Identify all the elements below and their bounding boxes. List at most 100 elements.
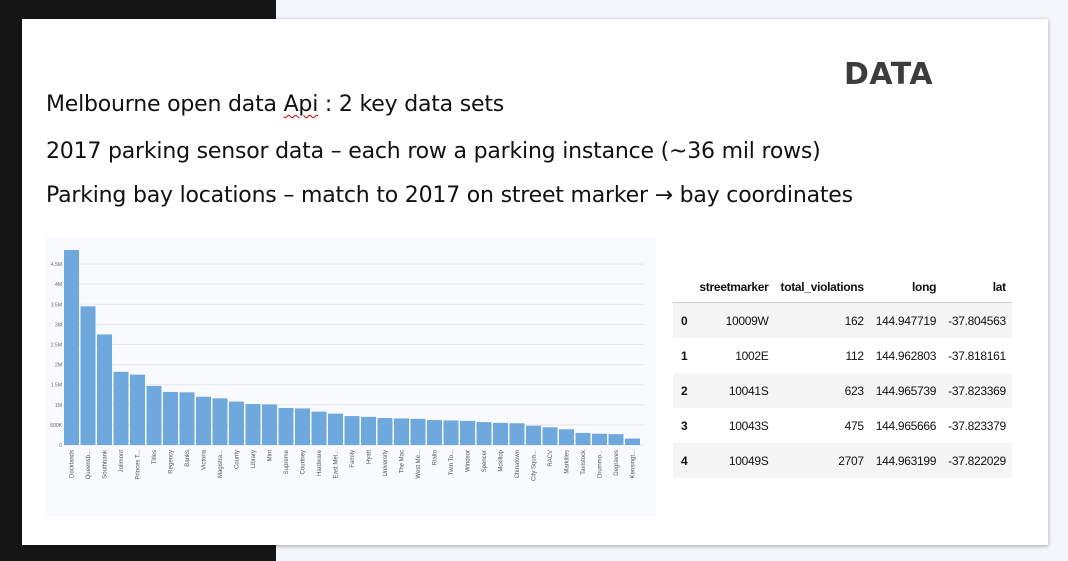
- x-tick-label: Mint: [268, 450, 274, 462]
- x-tick-label: Kensingt...: [631, 450, 637, 479]
- cell-lat: -37.804563: [948, 313, 1006, 328]
- y-tick-label: 1M: [55, 403, 62, 409]
- header-total-violations: total_violations: [774, 271, 870, 303]
- bullet-api-post: : 2 key data sets: [318, 92, 505, 117]
- y-tick-label: 4.5M: [51, 262, 62, 268]
- table-header-row: streetmarker total_violations long lat: [673, 271, 1012, 303]
- x-tick-label: Hyatt: [367, 450, 373, 464]
- bullet-sensor-data: 2017 parking sensor data – each row a pa…: [46, 139, 821, 164]
- bar: [476, 422, 492, 445]
- cell-lat: -37.823379: [948, 418, 1006, 433]
- bar: [410, 418, 426, 445]
- y-tick-label: 0: [59, 443, 62, 449]
- cell-lat: -37.818161: [948, 348, 1006, 363]
- cell-total-violations: 2707: [838, 453, 864, 468]
- x-tick-label: Mckillop: [499, 449, 505, 471]
- x-tick-label: Banks: [185, 450, 191, 467]
- bar: [443, 420, 459, 445]
- x-tick-label: Degraves: [614, 450, 620, 476]
- cell-streetmarker: 10041S: [728, 383, 769, 398]
- x-tick-label: Tavistock: [581, 449, 587, 475]
- x-tick-label: The Mac: [400, 450, 406, 473]
- bullet-api-squiggle-word: Api: [283, 92, 319, 117]
- cell-long: 144.962803: [875, 348, 937, 363]
- x-tick-label: Supreme: [284, 449, 290, 474]
- bar: [460, 420, 475, 445]
- bar: [163, 391, 178, 445]
- data-table-container: streetmarker total_violations long lat 0…: [673, 271, 1012, 479]
- cell-lat: -37.822029: [948, 453, 1006, 468]
- bar: [262, 404, 277, 445]
- x-tick-label: Courtney: [301, 450, 307, 474]
- table-row: 1 1002E 112 144.962803 -37.818161: [673, 338, 1012, 373]
- x-tick-label: City Squa...: [532, 450, 538, 481]
- bullet-api-pre: Melbourne open data: [46, 92, 284, 117]
- bar: [344, 416, 360, 445]
- bar: [575, 432, 591, 445]
- header-index: [673, 271, 694, 303]
- cell-long: 144.947719: [875, 313, 937, 328]
- header-lat: lat: [942, 271, 1012, 303]
- x-tick-label: Magistra...: [218, 450, 224, 478]
- y-tick-label: 4M: [55, 282, 62, 288]
- bar: [493, 422, 508, 445]
- x-tick-label: Library: [251, 450, 257, 468]
- row-index: 2: [681, 383, 688, 398]
- bar: [113, 371, 129, 445]
- cell-long: 144.965666: [875, 418, 937, 433]
- row-index: 0: [681, 313, 688, 328]
- bar: [427, 420, 442, 445]
- bar: [328, 413, 343, 445]
- x-tick-label: Victoria: [202, 449, 208, 470]
- bar: [509, 423, 525, 445]
- x-tick-label: East Mel...: [334, 450, 340, 479]
- bar: [229, 401, 244, 445]
- x-tick-label: Windsor: [466, 450, 472, 472]
- bar: [559, 429, 574, 445]
- bar-chart-svg: 0 500K 1M 1.5M 2M 2.5M 3M 3.5M 4M 4.5M Docklands Qu…: [50, 249, 644, 481]
- bar: [608, 434, 624, 445]
- bar: [311, 411, 327, 445]
- y-tick-label: 2.5M: [51, 342, 62, 348]
- cell-long: 144.963199: [875, 453, 937, 468]
- table-row: 3 10043S 475 144.965666 -37.823379: [673, 408, 1012, 443]
- bar: [64, 249, 79, 445]
- bar: [97, 334, 112, 445]
- x-tick-label: Docklands: [70, 450, 76, 478]
- cell-long: 144.965739: [875, 383, 937, 398]
- x-tick-label: Twin To...: [449, 450, 455, 476]
- x-tick-label: Regency: [169, 450, 175, 474]
- x-tick-label: Southbank: [103, 449, 109, 479]
- bullet-bay-locations: Parking bay locations – match to 2017 on…: [46, 183, 853, 208]
- x-tick-label: West Me...: [416, 450, 422, 479]
- x-tick-label: Jolimont: [119, 450, 125, 473]
- table-row: 4 10049S 2707 144.963199 -37.822029: [673, 443, 1012, 478]
- x-tick-label: RACV: [548, 450, 554, 467]
- bar-chart: 0 500K 1M 1.5M 2M 2.5M 3M 3.5M 4M 4.5M Docklands Qu…: [46, 237, 656, 516]
- y-tick-label: 3.5M: [51, 302, 62, 308]
- bar: [542, 427, 558, 445]
- bar: [377, 418, 393, 445]
- table-row: 2 10041S 623 144.965739 -37.823369: [673, 373, 1012, 408]
- bar: [179, 392, 195, 445]
- bar: [361, 416, 376, 445]
- bar: [130, 374, 145, 445]
- cell-total-violations: 475: [844, 418, 864, 433]
- header-long: long: [869, 271, 943, 303]
- bar: [592, 433, 607, 445]
- y-tick-label: 500K: [50, 423, 62, 429]
- x-tick-label: Markilles: [565, 450, 571, 474]
- bar: [80, 306, 96, 445]
- row-index: 3: [681, 418, 688, 433]
- row-index: 1: [681, 348, 688, 363]
- row-index: 4: [681, 453, 688, 468]
- bullet-api: Melbourne open data Api : 2 key data set…: [46, 92, 504, 117]
- x-tick-label: Rialto: [433, 449, 439, 465]
- bar: [526, 425, 541, 445]
- cell-total-violations: 162: [844, 313, 864, 328]
- y-tick-label: 2M: [55, 363, 62, 369]
- x-tick-label: Drummo...: [598, 450, 604, 478]
- x-tick-label: Titles: [152, 450, 158, 464]
- slide-title: DATA: [844, 57, 934, 92]
- x-tick-label: Queensb...: [86, 450, 92, 480]
